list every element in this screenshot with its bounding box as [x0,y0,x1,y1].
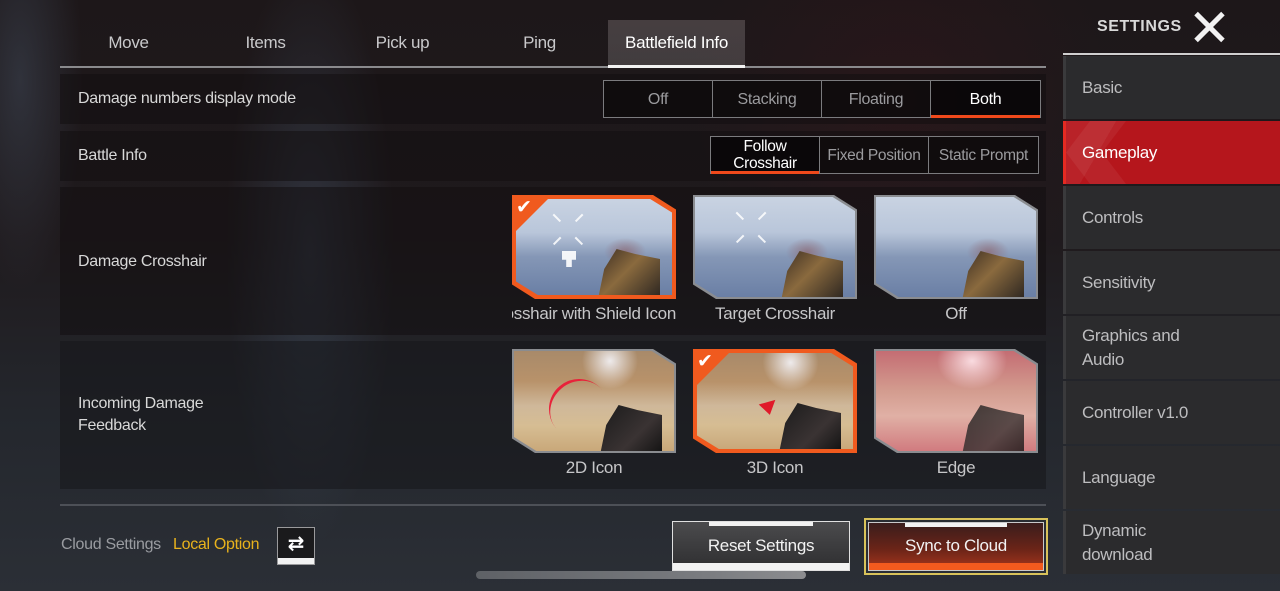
weapon-graphic [962,405,1024,451]
battle-info-option-static-prompt[interactable]: Static Prompt [929,137,1038,173]
incoming-damage-label-line2: Feedback [78,417,146,434]
settings-sidebar: SETTINGS Basic Gameplay Controls Sensiti… [1063,0,1280,591]
swap-arrows-icon: ⇄ [287,531,305,555]
sync-to-cloud-label: Sync to Cloud [905,535,1007,555]
incoming-damage-option-3d-icon[interactable]: ✔ 3D Icon [693,349,857,478]
damage-numbers-label: Damage numbers display mode [78,90,296,107]
damage-crosshair-option-off[interactable]: Off [874,195,1038,324]
damage-crosshair-option-shield-icon[interactable]: ✔ Crosshair with Shield Icon [512,195,676,324]
incoming-damage-label: Incoming Damage Feedback [78,393,204,437]
damage-numbers-selector: Off Stacking Floating Both [603,80,1041,118]
crosshair-icon [735,211,767,243]
sidebar-item-controller[interactable]: Controller v1.0 [1063,381,1280,444]
incoming-damage-options: 2D Icon ✔ 3D Icon Edge [512,349,1038,478]
reset-settings-label: Reset Settings [707,536,815,555]
incoming-damage-option-edge[interactable]: Edge [874,349,1038,478]
tab-move[interactable]: Move [60,20,197,66]
close-x-icon[interactable] [1192,10,1226,44]
damage-numbers-option-off[interactable]: Off [604,81,713,117]
setting-row-damage-numbers: Damage numbers display mode Off Stacking… [60,74,1046,124]
weapon-graphic [781,251,843,297]
damage-numbers-option-floating[interactable]: Floating [822,81,931,117]
sidebar-item-dynamic-download[interactable]: Dynamic download [1063,511,1280,574]
damage-crosshair-option-target-crosshair[interactable]: Target Crosshair [693,195,857,324]
check-icon: ✔ [516,196,532,218]
thumbnail-frame [874,195,1038,299]
battle-info-option-fixed-position[interactable]: Fixed Position [820,137,929,173]
battle-info-option-follow-crosshair[interactable]: Follow Crosshair [711,137,820,174]
tab-battlefield-info[interactable]: Battlefield Info [608,20,745,68]
setting-row-battle-info: Battle Info Follow Crosshair Fixed Posit… [60,131,1046,181]
weapon-graphic [598,249,660,295]
sidebar-item-controls[interactable]: Controls [1063,186,1280,249]
sidebar-item-gameplay[interactable]: Gameplay [1063,121,1280,184]
crosshair-icon [552,213,584,245]
option-label: Edge [936,458,976,477]
tab-items[interactable]: Items [197,20,334,66]
sidebar-item-sensitivity[interactable]: Sensitivity [1063,251,1280,314]
sidebar-item-label-line1: Dynamic [1082,520,1147,540]
damage-numbers-option-both[interactable]: Both [931,81,1040,118]
tab-ping[interactable]: Ping [471,20,608,66]
sync-to-cloud-button[interactable]: Sync to Cloud [864,518,1048,575]
thumbnail-frame [874,349,1038,453]
sidebar-item-label-line2: download [1082,544,1153,564]
thumbnail-frame: ✔ [512,195,676,299]
horizontal-scrollbar[interactable] [476,571,806,579]
setting-row-damage-crosshair: Damage Crosshair ✔ Crosshair with Shield [60,187,1046,335]
incoming-damage-option-2d-icon[interactable]: 2D Icon [512,349,676,478]
setting-row-incoming-damage: Incoming Damage Feedback 2D Icon ✔ 3D Ic… [60,341,1046,489]
battle-info-label: Battle Info [78,147,147,164]
sidebar-item-graphics-and-audio[interactable]: Graphics and Audio [1063,316,1280,379]
footer-divider [60,504,1046,506]
incoming-damage-label-line1: Incoming Damage [78,395,204,412]
damage-numbers-option-stacking[interactable]: Stacking [713,81,822,117]
preview-image [516,199,672,295]
sidebar-item-language[interactable]: Language [1063,446,1280,509]
cloud-settings-value: Local Option [173,536,260,553]
cloud-settings-swap-button[interactable]: ⇄ [277,527,315,565]
tab-bar: Move Items Pick up Ping Battlefield Info [60,20,1046,68]
thumbnail-frame [512,349,676,453]
damage-crosshair-label: Damage Crosshair [78,253,207,270]
reset-settings-button[interactable]: Reset Settings [672,521,850,571]
sidebar-header: SETTINGS [1063,0,1280,55]
sidebar-item-basic[interactable]: Basic [1063,56,1280,119]
tab-pick-up[interactable]: Pick up [334,20,471,66]
sidebar-item-label-line2: Audio [1082,349,1124,369]
sync-to-cloud-inner: Sync to Cloud [868,522,1044,571]
preview-image [876,197,1036,297]
preview-image [876,351,1036,451]
battle-info-selector: Follow Crosshair Fixed Position Static P… [710,136,1039,174]
weapon-graphic [962,251,1024,297]
option-label: Target Crosshair [715,304,835,323]
option-label: 2D Icon [565,458,623,477]
damage-arrow-icon [756,395,776,415]
shield-icon [562,251,576,267]
preview-image [697,353,853,449]
check-icon: ✔ [697,350,713,372]
cloud-settings-label: Cloud Settings [61,536,161,553]
sidebar-item-label-line1: Graphics and [1082,325,1180,345]
sidebar-menu: Basic Gameplay Controls Sensitivity Grap… [1063,56,1280,574]
option-label: 3D Icon [746,458,804,477]
option-label: Off [945,304,967,323]
sidebar-title: SETTINGS [1097,17,1182,35]
thumbnail-frame: ✔ [693,349,857,453]
preview-image [695,197,855,297]
damage-crosshair-options: ✔ Crosshair with Shield Icon Target Cros… [512,195,1038,324]
thumbnail-frame [693,195,857,299]
option-label: Crosshair with Shield Icon [512,304,676,323]
preview-image [514,351,674,451]
weapon-graphic [779,403,841,449]
